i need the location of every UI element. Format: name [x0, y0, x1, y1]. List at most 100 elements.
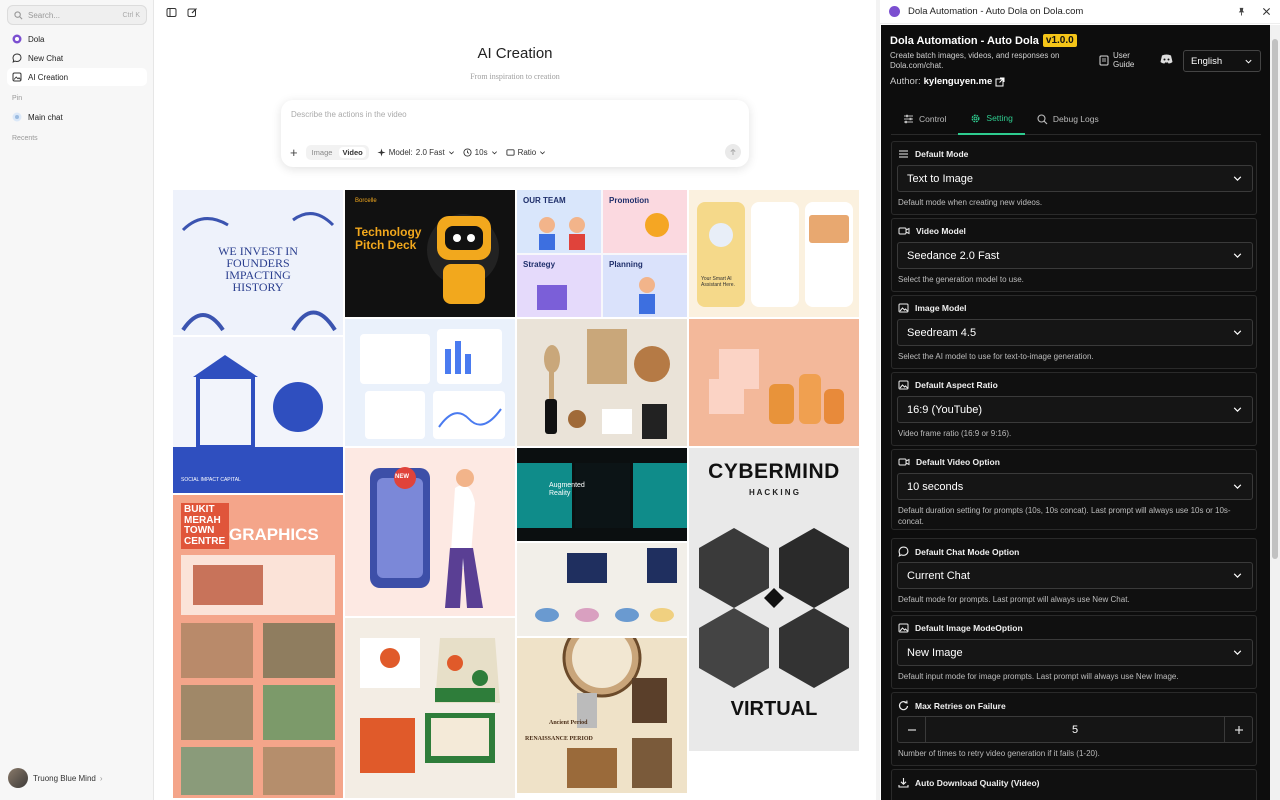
default-mode-select[interactable]: Text to Image [897, 165, 1253, 192]
external-link-icon[interactable] [995, 77, 1005, 87]
mode-image-option[interactable]: Image [309, 147, 336, 158]
arrow-up-icon [730, 148, 736, 155]
setting-label: Default Chat Mode Option [898, 546, 1019, 557]
gallery-card[interactable] [345, 618, 515, 798]
gallery-card[interactable]: SOCIAL IMPACT CAPITAL [173, 337, 343, 493]
setting-help: Video frame ratio (16:9 or 9:16). [898, 429, 1012, 438]
aspect-ratio-select[interactable]: 16:9 (YouTube) [897, 396, 1253, 423]
chat-mode-select[interactable]: Current Chat [897, 562, 1253, 589]
max-retries-input[interactable]: 5 [926, 724, 1224, 736]
gallery-card[interactable]: NEW [345, 448, 515, 616]
decrement-button[interactable] [898, 717, 926, 742]
perfume-bottles-illustration [709, 349, 844, 424]
setting-label-text: Image Model [915, 303, 967, 313]
chevron-down-icon [1233, 176, 1242, 182]
robot-illustration [427, 214, 499, 304]
dashboard-ui-illustration [360, 329, 505, 439]
version-badge: v1.0.0 [1042, 34, 1077, 47]
chevron-down-icon [1233, 407, 1242, 413]
sidebar-item-ai-creation[interactable]: AI Creation [7, 68, 147, 86]
sidebar-toggle-icon[interactable] [166, 7, 177, 18]
gallery-card[interactable]: OUR TEAM Promotion Strategy Planning [517, 190, 687, 317]
author-row: Author: kylenguyen.me [890, 76, 1005, 87]
close-icon[interactable] [1262, 7, 1271, 16]
gallery-card[interactable] [345, 319, 515, 446]
setting-label-text: Default Image ModeOption [915, 623, 1023, 633]
tab-control[interactable]: Control [891, 103, 958, 135]
gallery-card[interactable] [689, 319, 859, 446]
gallery-card[interactable]: Ancient Period RENAISSANCE PERIOD [517, 638, 687, 793]
search-input[interactable]: Search... Ctrl K [7, 5, 147, 25]
left-sidebar: Search... Ctrl K Dola New Chat AI Creati… [0, 0, 154, 800]
shopping-illustration [370, 467, 483, 608]
new-chat-edit-icon[interactable] [187, 7, 198, 18]
search-icon [1037, 113, 1048, 124]
setting-label: Default Image ModeOption [898, 623, 1023, 633]
discord-icon[interactable] [1160, 54, 1173, 64]
tab-label: Control [919, 114, 947, 124]
scrollbar-thumb[interactable] [1272, 39, 1278, 559]
ratio-selector[interactable]: Ratio [506, 148, 547, 157]
max-retries-stepper: 5 [897, 716, 1253, 743]
card-badge: NEW [395, 474, 409, 480]
gallery-card[interactable] [517, 543, 687, 636]
chat-bubble-icon [898, 546, 909, 557]
tab-setting[interactable]: Setting [958, 103, 1025, 135]
ratio-value: Ratio [517, 148, 537, 157]
extension-logo-icon [889, 6, 900, 17]
panel-scrollbar[interactable] [1270, 25, 1280, 800]
sidebar-item-new-chat[interactable]: New Chat [7, 49, 147, 67]
setting-label: Auto Download Quality (Video) [898, 777, 1040, 788]
sidebar-item-main-chat[interactable]: Main chat [7, 108, 147, 126]
gallery-card[interactable]: BUKIT MERAH TOWN CENTRE GRAPHICS [173, 495, 343, 798]
send-button[interactable] [725, 144, 741, 160]
add-attachment-icon[interactable]: + [290, 146, 298, 159]
video-camera-icon [898, 458, 910, 466]
increment-button[interactable] [1224, 717, 1252, 742]
gallery-card[interactable]: CYBERMIND H A C K I N G VIRTUAL [689, 448, 859, 751]
ai-assistant-app-illustration [697, 202, 853, 307]
chevron-down-icon [491, 151, 497, 155]
card-headline: VIRTUAL [730, 698, 818, 720]
page-title: AI Creation [477, 45, 553, 62]
gallery-card[interactable]: Your Smart AI Assistant Here. [689, 190, 859, 317]
gallery-card[interactable] [517, 319, 687, 446]
panel-window-title: Dola Automation - Auto Dola on Dola.com [908, 6, 1084, 17]
image-model-select[interactable]: Seedream 4.5 [897, 319, 1253, 346]
image-mode-select[interactable]: New Image [897, 639, 1253, 666]
video-option-select[interactable]: 10 seconds [897, 473, 1253, 500]
video-model-select[interactable]: Seedance 2.0 Fast [897, 242, 1253, 269]
tab-debug-logs[interactable]: Debug Logs [1025, 103, 1111, 135]
setting-label: Default Aspect Ratio [898, 380, 998, 390]
dola-logo-icon [12, 34, 22, 44]
select-value: Current Chat [907, 569, 970, 582]
team-people-illustration [537, 213, 669, 314]
app-description: Create batch images, videos, and respons… [890, 51, 1060, 71]
duration-selector[interactable]: 10s [463, 148, 498, 157]
mode-video-option[interactable]: Video [339, 147, 366, 158]
author-link[interactable]: kylenguyen.me [924, 76, 993, 87]
prompt-input[interactable]: Describe the actions in the video [291, 110, 407, 119]
gallery-column: WE INVEST IN FOUNDERS IMPACTING HISTORY … [173, 190, 343, 800]
chevron-down-icon [1233, 330, 1242, 336]
pin-section-label: Pin [12, 95, 23, 102]
image-creation-icon [12, 72, 22, 82]
gallery-card[interactable]: WE INVEST IN FOUNDERS IMPACTING HISTORY [173, 190, 343, 335]
user-profile[interactable]: Truong Blue Mind › [8, 768, 103, 788]
language-select[interactable]: English [1183, 50, 1261, 72]
pin-icon[interactable] [1237, 7, 1246, 16]
stationery-mockup-illustration [544, 329, 670, 439]
setting-label-text: Default Mode [915, 149, 969, 159]
model-selector[interactable]: Model: 2.0 Fast [377, 148, 455, 157]
sidebar-item-dola[interactable]: Dola [7, 30, 147, 48]
card-caption: SOCIAL IMPACT CAPITAL [181, 477, 241, 483]
gallery-card[interactable]: Borcelle Technology Pitch Deck [345, 190, 515, 317]
chevron-down-icon [448, 151, 454, 155]
duration-value: 10s [474, 148, 488, 157]
chat-bubble-icon [12, 53, 22, 63]
setting-label-text: Video Model [916, 226, 966, 236]
user-guide-button[interactable]: User Guide [1099, 51, 1137, 70]
gallery-column: OUR TEAM Promotion Strategy Planning Aug… [517, 190, 687, 800]
select-value: Seedream 4.5 [907, 326, 977, 339]
gallery-card[interactable]: Augmented Reality [517, 448, 687, 541]
